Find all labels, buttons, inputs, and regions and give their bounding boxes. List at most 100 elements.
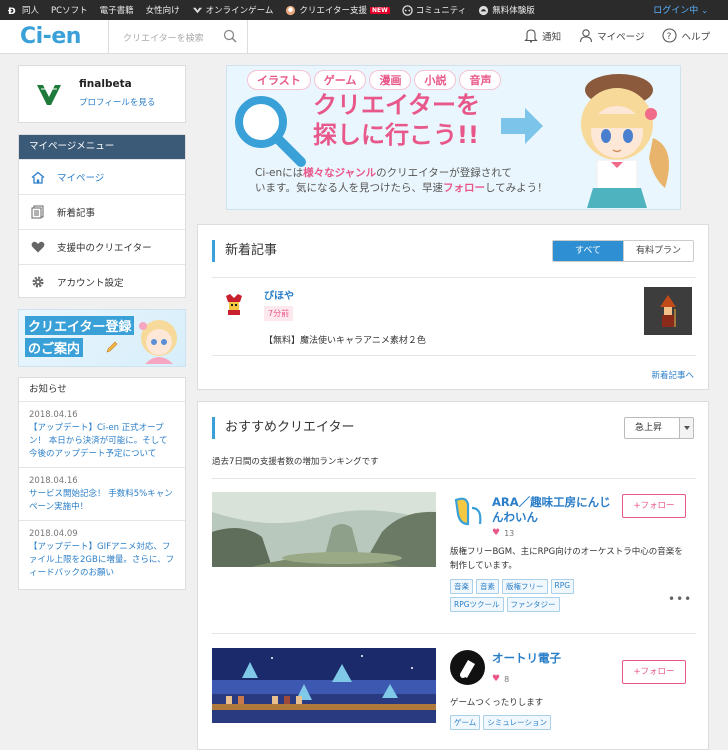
heart-icon: ♥ bbox=[492, 528, 501, 538]
topbar-item-label: 女性向け bbox=[145, 6, 180, 16]
topbar-item-doujin[interactable]: Ð 同人 bbox=[8, 4, 39, 16]
follow-button[interactable]: +フォロー bbox=[622, 660, 686, 684]
more-options-icon[interactable]: ••• bbox=[668, 592, 692, 606]
banner-sub-text: います。気になる人を見つけたら、早速 bbox=[255, 182, 443, 194]
search-icon[interactable] bbox=[223, 29, 237, 43]
topbar-item-ebook[interactable]: 電子書籍 bbox=[100, 4, 134, 16]
divider bbox=[212, 633, 696, 634]
tag[interactable]: 音楽 bbox=[450, 579, 473, 594]
menu-item-label: アカウント設定 bbox=[57, 278, 124, 289]
search-input[interactable]: クリエイターを検索 bbox=[108, 20, 248, 54]
topbar-item-label: 無料体験版 bbox=[492, 6, 535, 16]
reg-banner-line1: クリエイター登録 bbox=[25, 316, 135, 335]
tab-all[interactable]: すべて bbox=[553, 241, 623, 261]
login-status-menu[interactable]: ログイン中 ⌄ bbox=[653, 3, 708, 16]
genre-chip: ゲーム bbox=[313, 70, 367, 90]
news-link[interactable]: サービス開始記念！ 手数料5%キャンペーン実施中！ bbox=[29, 489, 173, 512]
creator-likes: ♥ 8 bbox=[492, 674, 509, 684]
topbar-item-female[interactable]: 女性向け bbox=[146, 4, 180, 16]
tag[interactable]: RPGツクール bbox=[450, 597, 504, 612]
heart-icon bbox=[31, 241, 45, 253]
site-logo[interactable]: Ci-en bbox=[20, 24, 81, 49]
follow-button[interactable]: +フォロー bbox=[622, 494, 686, 518]
sort-select[interactable]: 急上昇 bbox=[624, 417, 694, 439]
help-label: ヘルプ bbox=[681, 31, 710, 43]
topbar-item-free-trial[interactable]: 無料体験版 bbox=[478, 4, 535, 16]
tag[interactable]: 音素 bbox=[476, 579, 499, 594]
sort-select-value: 急上昇 bbox=[635, 423, 663, 433]
menu-item-new-articles[interactable]: 新着記事 bbox=[19, 194, 185, 229]
divider bbox=[212, 277, 696, 278]
news-link[interactable]: 【アップデート】Ci-en 正式オープン！ 本日から決済が可能に。そして今後のア… bbox=[29, 423, 167, 459]
creator-tags: 音楽 音素 版権フリー RPG RPGツクール ファンタジー bbox=[450, 579, 590, 615]
help-link[interactable]: ? ヘルプ bbox=[662, 28, 710, 43]
creator-description: 版権フリーBGM、主にRPG向けのオーケストラ中心の音楽を制作しています。 bbox=[450, 547, 683, 571]
news-item: 2018.04.16 【アップデート】Ci-en 正式オープン！ 本日から決済が… bbox=[19, 402, 185, 468]
creator-name-link[interactable]: オートリ電子 bbox=[492, 651, 620, 666]
article-time-badge: 7分前 bbox=[264, 306, 294, 321]
tag[interactable]: RPG bbox=[550, 579, 575, 594]
new-articles-title: 新着記事 bbox=[212, 240, 277, 262]
author-avatar[interactable] bbox=[222, 292, 246, 316]
banner-sub-text: してみよう！ bbox=[484, 182, 548, 194]
site-header: Ci-en クリエイターを検索 通知 マイページ ? ヘルプ bbox=[0, 20, 728, 54]
article-thumbnail[interactable] bbox=[644, 287, 692, 335]
news-link[interactable]: 【アップデート】GIFアニメ対応、ファイル上限を2GBに増量。さらに、フィードバ… bbox=[29, 542, 174, 578]
creator-registration-banner[interactable]: クリエイター登録 のご案内 bbox=[18, 309, 186, 367]
menu-item-supporting-creators[interactable]: 支援中のクリエイター bbox=[19, 229, 185, 264]
creator-avatar[interactable] bbox=[450, 494, 485, 529]
divider bbox=[212, 478, 696, 479]
user-icon bbox=[580, 29, 593, 43]
article-author-link[interactable]: ぴほや bbox=[264, 287, 294, 302]
magnifier-icon bbox=[235, 96, 306, 167]
menu-item-label: 支援中のクリエイター bbox=[57, 243, 152, 254]
topbar-item-pcsoft[interactable]: PCソフト bbox=[51, 4, 88, 16]
topbar-item-creator-support[interactable]: クリエイター支援 NEW bbox=[285, 4, 390, 16]
creator-avatar[interactable] bbox=[450, 650, 485, 685]
creator-card: ARA／趣味工房にんじんわいん ♥ 13 +フォロー 版権フリーBGM、主にRP… bbox=[212, 492, 696, 622]
menu-item-mypage[interactable]: マイページ bbox=[19, 159, 185, 194]
character-illustration-icon bbox=[139, 320, 177, 364]
topbar-item-label: コミュニティ bbox=[415, 6, 467, 16]
creator-header-image[interactable] bbox=[212, 492, 436, 567]
tag[interactable]: ファンタジー bbox=[506, 597, 560, 612]
menu-item-account-settings[interactable]: アカウント設定 bbox=[19, 264, 185, 299]
find-creators-banner[interactable]: イラスト ゲーム 漫画 小説 音声 クリエイターを 探しに行こう!! Ci-en… bbox=[226, 65, 681, 210]
topbar-item-community[interactable]: コミュニティ bbox=[402, 4, 467, 16]
ci-en-icon bbox=[286, 5, 296, 15]
view-profile-link[interactable]: プロフィールを見る bbox=[79, 96, 155, 108]
mypage-link[interactable]: マイページ bbox=[579, 28, 644, 43]
tab-paid-plan[interactable]: 有料プラン bbox=[623, 241, 693, 261]
tag[interactable]: ゲーム bbox=[450, 715, 481, 730]
new-badge: NEW bbox=[370, 6, 390, 14]
creator-name-link[interactable]: ARA／趣味工房にんじんわいん bbox=[492, 495, 620, 525]
tag[interactable]: 版権フリー bbox=[502, 579, 548, 594]
avatar[interactable] bbox=[35, 81, 63, 109]
login-status-label: ログイン中 bbox=[653, 6, 699, 16]
mypage-label: マイページ bbox=[597, 31, 645, 43]
genre-chip: 漫画 bbox=[369, 70, 412, 90]
new-articles-more-link[interactable]: 新着記事へ bbox=[651, 369, 694, 381]
divider bbox=[212, 355, 696, 356]
gear-icon bbox=[32, 276, 44, 288]
creator-likes: ♥ 13 bbox=[492, 528, 514, 538]
arrow-right-icon bbox=[501, 108, 543, 144]
tag[interactable]: シミュレーション bbox=[483, 715, 551, 730]
mypage-menu: マイページメニュー マイページ 新着記事 支援中のクリエイター アカウント設定 bbox=[18, 134, 186, 298]
topbar-item-online-game[interactable]: オンラインゲーム bbox=[192, 4, 273, 16]
banner-headline: クリエイターを 探しに行こう!! bbox=[313, 90, 480, 150]
genre-chips: イラスト ゲーム 漫画 小説 音声 bbox=[247, 70, 504, 90]
chevron-down-icon bbox=[679, 418, 693, 438]
reg-banner-line2: のご案内 bbox=[25, 338, 84, 357]
trial-icon bbox=[479, 5, 489, 15]
article-title-link[interactable]: 【無料】魔法使いキャラアニメ素材２色 bbox=[264, 333, 426, 346]
creator-description: ゲームつくったりします bbox=[450, 698, 544, 708]
notification-link[interactable]: 通知 bbox=[524, 28, 561, 43]
bell-icon bbox=[524, 29, 538, 43]
creator-header-image[interactable] bbox=[212, 648, 436, 723]
banner-headline-line1: クリエイターを bbox=[313, 91, 481, 119]
mypage-menu-heading: マイページメニュー bbox=[19, 135, 185, 159]
news-heading: お知らせ bbox=[19, 378, 185, 402]
topbar-item-label: 電子書籍 bbox=[99, 6, 134, 16]
news-date: 2018.04.16 bbox=[29, 476, 78, 486]
